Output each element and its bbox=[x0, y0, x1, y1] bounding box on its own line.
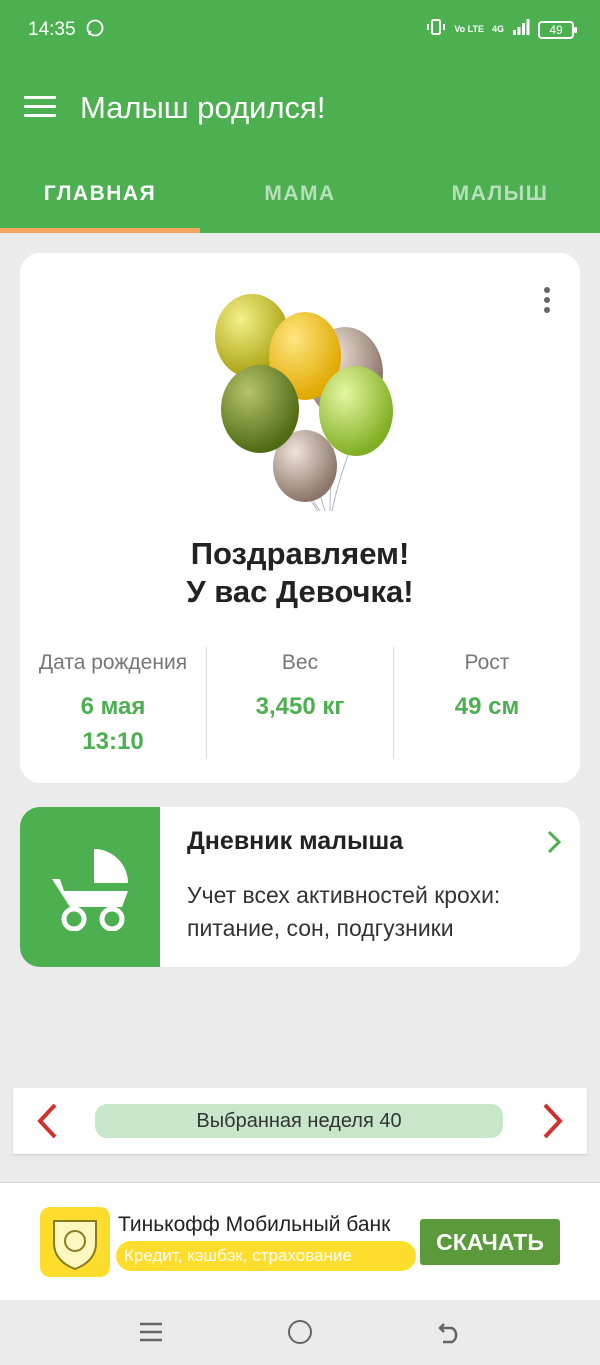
previous-week-arrow-icon[interactable] bbox=[35, 1102, 59, 1140]
chevron-right-icon bbox=[547, 830, 562, 854]
network-type-label: 4G bbox=[491, 24, 504, 34]
weight-value: 3,450 кг bbox=[255, 693, 345, 720]
recent-apps-icon[interactable] bbox=[140, 1322, 162, 1342]
height-value: 49 см bbox=[454, 693, 520, 720]
stat-birth-date: Дата рождения 6 мая 13:10 bbox=[20, 647, 206, 759]
stat-label: Дата рождения bbox=[38, 651, 188, 674]
week-selector: Выбранная неделя 40 bbox=[13, 1088, 587, 1154]
balloons-image bbox=[190, 291, 410, 521]
tab-bar: ГЛАВНАЯ МАМА МАЛЫШ bbox=[0, 160, 600, 233]
stat-label: Рост bbox=[464, 651, 510, 674]
vibrate-icon bbox=[426, 17, 446, 42]
selected-week-label[interactable]: Выбранная неделя 40 bbox=[95, 1104, 503, 1138]
volte-label: Vo LTE bbox=[454, 24, 484, 34]
birth-card: Поздравляем! У вас Девочка! Дата рождени… bbox=[20, 253, 580, 783]
more-options-icon[interactable] bbox=[542, 287, 552, 317]
stat-value: 6 мая 13:10 bbox=[20, 689, 206, 759]
stat-weight: Вес 3,450 кг bbox=[206, 647, 393, 759]
status-icons: Vo LTE 4G 49 bbox=[426, 17, 577, 42]
congrats-text: Поздравляем! У вас Девочка! bbox=[20, 535, 580, 611]
diary-description: Учет всех активностей крохи: питание, со… bbox=[187, 882, 501, 941]
app-bar: Малыш родился! bbox=[0, 60, 600, 160]
ad-title: Тинькофф Мобильный банк bbox=[118, 1213, 391, 1236]
diary-title: Дневник малыша bbox=[187, 827, 404, 855]
ad-download-button[interactable]: СКАЧАТЬ bbox=[420, 1219, 560, 1265]
congrats-line-1: Поздравляем! bbox=[190, 536, 410, 571]
tinkoff-logo-icon bbox=[40, 1207, 110, 1277]
back-icon[interactable] bbox=[438, 1320, 462, 1344]
baby-diary-card[interactable]: Дневник малыша Учет всех активностей кро… bbox=[20, 807, 580, 967]
stroller-icon bbox=[52, 849, 128, 931]
signal-icon bbox=[512, 18, 530, 41]
birth-time-value: 13:10 bbox=[82, 728, 144, 755]
birth-stats: Дата рождения 6 мая 13:10 Вес 3,450 кг Р… bbox=[20, 647, 580, 759]
system-nav-bar bbox=[0, 1300, 600, 1365]
battery-icon: 49 bbox=[538, 20, 577, 39]
congrats-line-2: У вас Девочка! bbox=[186, 574, 414, 609]
home-icon[interactable] bbox=[288, 1320, 312, 1344]
hamburger-menu-icon[interactable] bbox=[24, 96, 56, 120]
ad-banner[interactable]: Тинькофф Мобильный банк Кредит, кэшбэк, … bbox=[0, 1182, 600, 1300]
diary-icon-box bbox=[20, 807, 160, 967]
status-bar: 14:35 Vo LTE 4G 49 bbox=[0, 0, 600, 60]
status-time: 14:35 bbox=[28, 19, 76, 40]
birth-date-value: 6 мая bbox=[80, 693, 146, 720]
tab-baby[interactable]: МАЛЫШ bbox=[400, 160, 600, 233]
app-title: Малыш родился! bbox=[80, 90, 326, 125]
next-week-arrow-icon[interactable] bbox=[541, 1102, 565, 1140]
stat-height: Рост 49 см bbox=[393, 647, 580, 759]
tab-main[interactable]: ГЛАВНАЯ bbox=[0, 160, 200, 233]
tab-mom[interactable]: МАМА bbox=[200, 160, 400, 233]
ad-subtitle: Кредит, кэшбэк, страхование bbox=[116, 1241, 416, 1271]
whatsapp-icon bbox=[86, 19, 104, 42]
stat-label: Вес bbox=[281, 651, 319, 674]
